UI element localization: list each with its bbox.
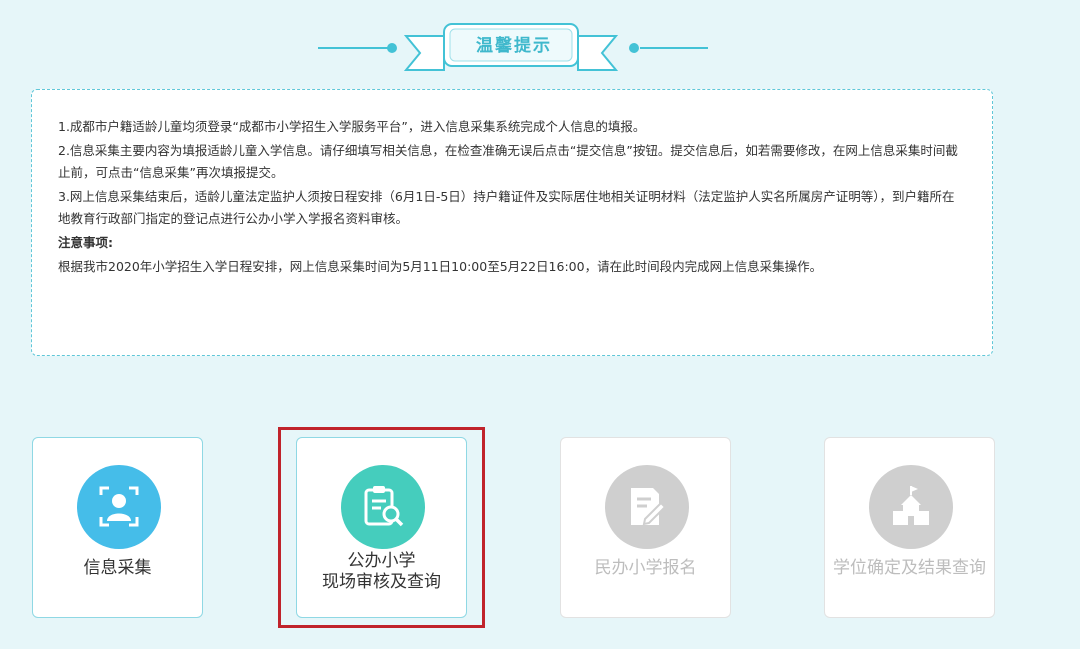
info-collection-card[interactable]: 信息采集 xyxy=(32,437,203,618)
header-dot-left xyxy=(387,43,397,53)
card-label: 信息采集 xyxy=(83,558,152,578)
notice-item: 3.网上信息采集结束后，适龄儿童法定监护人须按日程安排（6月1日-5日）持户籍证… xyxy=(58,189,955,226)
card-label: 学位确定及结果查询 xyxy=(833,558,986,578)
notice-item: 2.信息采集主要内容为填报适龄儿童入学信息。请仔细填写相关信息，在检查准确无误后… xyxy=(58,143,958,180)
notice-header: 温馨提示 xyxy=(0,0,1080,80)
header-title: 温馨提示 xyxy=(476,36,552,56)
header-dot-right xyxy=(629,43,639,53)
form-edit-icon xyxy=(605,465,689,549)
degree-result-card[interactable]: 学位确定及结果查询 xyxy=(824,437,995,618)
person-scan-icon xyxy=(77,465,161,549)
private-school-signup-card[interactable]: 民办小学报名 xyxy=(560,437,731,618)
note-text: 根据我市2020年小学招生入学日程安排，网上信息采集时间为5月11日10:00至… xyxy=(58,259,823,274)
highlight-box xyxy=(278,427,485,628)
notice-panel: 1.成都市户籍适龄儿童均须登录“成都市小学招生入学服务平台”，进入信息采集系统完… xyxy=(31,89,993,356)
card-label: 民办小学报名 xyxy=(594,558,697,578)
school-icon xyxy=(869,465,953,549)
notice-item: 1.成都市户籍适龄儿童均须登录“成都市小学招生入学服务平台”，进入信息采集系统完… xyxy=(58,119,646,134)
header-line-right xyxy=(640,47,708,49)
header-line-left xyxy=(318,47,393,49)
note-title: 注意事项: xyxy=(58,235,113,250)
